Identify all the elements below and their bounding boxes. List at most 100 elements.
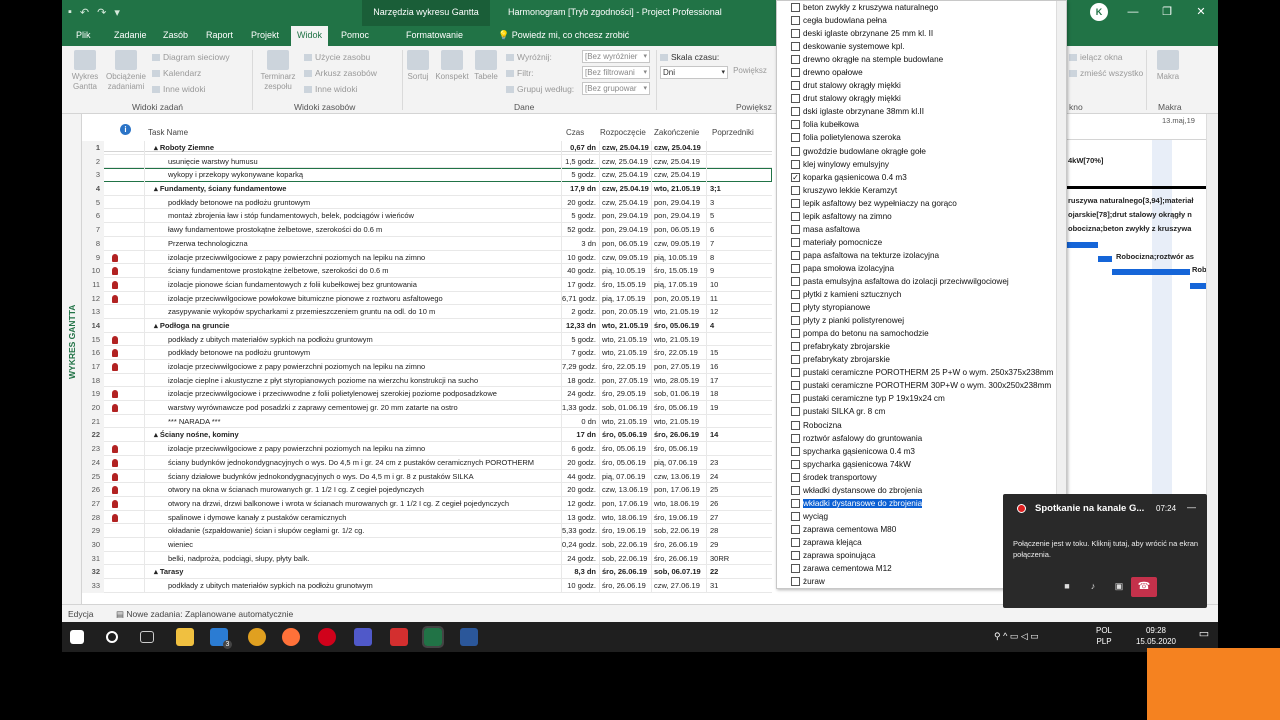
task-name-cell[interactable]: ściany działowe budynków jednokondygnacy… [146, 469, 562, 484]
resource-filter-item[interactable]: płytki z kamieni sztucznych [777, 288, 1066, 301]
avatar[interactable]: K [1090, 3, 1108, 21]
finish-cell[interactable]: pon, 27.05.19 [652, 360, 707, 374]
resource-filter-item[interactable]: ✓ koparka gąsienicowa 0.4 m3 [777, 171, 1066, 184]
finish-cell[interactable]: wto, 18.06.19 [652, 496, 707, 511]
table-row[interactable]: 32 ▴ Tarasy 8,3 dn śro, 26.06.19 sob, 06.07.… [82, 565, 772, 579]
resource-filter-item[interactable]: prefabrykaty zbrojarskie [777, 340, 1066, 353]
start-cell[interactable]: pią, 17.05.19 [600, 291, 652, 306]
predecessors-cell[interactable]: 17 [708, 374, 772, 388]
checkbox[interactable] [791, 433, 800, 443]
minimize-icon[interactable]: — [1187, 502, 1196, 512]
checkbox[interactable] [791, 459, 800, 469]
duration-cell[interactable]: 5 godz. [562, 332, 600, 347]
start-cell[interactable]: wto, 18.06.19 [600, 510, 652, 525]
start-cell[interactable]: pon, 27.05.19 [600, 373, 652, 388]
task-name-cell[interactable]: izolacje cieplne i akustyczne z płyt sty… [146, 373, 562, 388]
checkbox[interactable] [791, 407, 800, 417]
finish-cell[interactable]: śro, 26.06.19 [652, 537, 707, 552]
table-row[interactable]: 16 podkłady betonowe na podłożu gruntowym… [82, 346, 772, 360]
resource-filter-item[interactable]: materiały pomocnicze [777, 236, 1066, 249]
checkbox[interactable] [791, 185, 800, 195]
checkbox[interactable] [791, 472, 800, 482]
start-cell[interactable]: sob, 22.06.19 [600, 537, 652, 552]
undo-icon[interactable]: ↶ [80, 6, 89, 19]
checkbox[interactable] [791, 94, 800, 104]
table-row[interactable]: 13 zasypywanie wykopów spycharkami z prze… [82, 305, 772, 319]
task-name-cell[interactable]: izolacje przeciwwilgociowe powłokowe bit… [146, 291, 562, 306]
resource-filter-item[interactable]: pustaki ceramiczne POROTHERM 25 P+W o wy… [777, 366, 1066, 379]
predecessors-cell[interactable]: 23 [708, 456, 772, 470]
checkbox[interactable] [791, 133, 800, 143]
resource-filter-item[interactable]: roztwór asfalowy do gruntowania [777, 432, 1066, 445]
resource-filter-item[interactable]: folia polietylenowa szeroka [777, 131, 1066, 144]
predecessors-cell[interactable]: 14 [708, 428, 772, 442]
predecessors-cell[interactable]: 15 [708, 346, 772, 360]
task-name-cell[interactable]: spalinowe i dymowe kanały z pustaków cer… [146, 510, 562, 525]
start-cell[interactable]: pią, 10.05.19 [600, 264, 652, 278]
checkbox[interactable] [791, 420, 800, 430]
table-row[interactable]: 26 otwory na okna w ścianach murowanych g… [82, 483, 772, 497]
row-number[interactable]: 25 [82, 469, 104, 484]
checkbox[interactable] [791, 198, 800, 208]
predecessors-cell[interactable]: 26 [708, 497, 772, 511]
start-cell[interactable]: pią, 07.06.19 [600, 469, 652, 484]
customize-qa-icon[interactable]: ▾ [114, 6, 120, 19]
checkbox[interactable] [791, 263, 800, 273]
row-number[interactable]: 33 [82, 579, 104, 593]
predecessors-cell[interactable]: 16 [708, 360, 772, 374]
task-name-cell[interactable]: podkłady z ubitych materiałów sypkich na… [146, 579, 562, 593]
table-row[interactable]: 6 montaż zbrojenia ław i stóp fundamentow… [82, 209, 772, 224]
duration-cell[interactable]: 10 godz. [562, 579, 600, 593]
resource-filter-item[interactable]: płyty styropianowe [777, 301, 1066, 314]
task-name-cell[interactable]: izolacje przeciwwilgociowe z papy powier… [146, 250, 562, 265]
start-cell[interactable]: śro, 29.05.19 [600, 387, 652, 402]
predecessors-cell[interactable]: 3;1 [708, 182, 772, 196]
other-resource-views-button[interactable]: Inne widoki [304, 84, 358, 94]
col-duration[interactable]: Czas [566, 128, 584, 137]
checkbox[interactable] [791, 55, 800, 65]
predecessors-cell[interactable]: 28 [708, 524, 772, 538]
resource-filter-item[interactable]: papa asfaltowa na tekturze izolacyjna [777, 249, 1066, 262]
duration-cell[interactable]: 13 godz. [562, 510, 600, 525]
duration-cell[interactable]: 0,24 godz. [562, 537, 600, 552]
duration-cell[interactable]: 17 godz. [562, 277, 600, 292]
tab-report[interactable]: Raport [200, 26, 239, 46]
resource-filter-item[interactable]: lepik asfaltowy na zimno [777, 210, 1066, 223]
checkbox[interactable] [791, 355, 800, 365]
indicator-cell[interactable] [105, 318, 145, 333]
predecessors-cell[interactable]: 7 [708, 237, 772, 251]
table-row[interactable]: 31 belki, nadproża, podciągi, słupy, płyt… [82, 551, 772, 566]
duration-cell[interactable]: 20 godz. [562, 483, 600, 497]
save-icon[interactable]: ▪ [68, 6, 72, 19]
indicator-cell[interactable] [105, 277, 145, 292]
row-number[interactable]: 5 [82, 195, 104, 210]
indicator-cell[interactable] [105, 209, 145, 224]
checkbox[interactable] [791, 537, 800, 547]
predecessors-cell[interactable]: 31 [708, 579, 772, 593]
table-row[interactable]: 20 warstwy wyrównawcze pod posadzki z zap… [82, 401, 772, 415]
finish-cell[interactable]: pią, 07.06.19 [652, 455, 707, 470]
predecessors-cell[interactable]: 19 [708, 401, 772, 415]
resource-filter-item[interactable]: pasta emulsyjna asfaltowa do izolacji pr… [777, 275, 1066, 288]
indicator-cell[interactable] [105, 195, 145, 210]
task-name-cell[interactable]: ▴ Tarasy [146, 565, 562, 579]
table-row[interactable]: 24 ściany budynków jednokondygnacyjnych o… [82, 455, 772, 470]
finish-cell[interactable]: czw, 25.04.19 [652, 141, 707, 155]
resource-filter-item[interactable]: pompa do betonu na samochodzie [777, 327, 1066, 340]
start-cell[interactable]: czw, 25.04.19 [600, 154, 652, 169]
task-bar[interactable] [1112, 269, 1190, 275]
resource-filter-item[interactable]: beton zwykły z kruszywa naturalnego [777, 1, 1066, 14]
indicator-cell[interactable] [105, 223, 145, 237]
resource-filter-item[interactable]: drut stalowy okrągły miękki [777, 79, 1066, 92]
checkbox[interactable] [791, 329, 800, 339]
duration-cell[interactable]: 17 dn [562, 428, 600, 443]
table-row[interactable]: 18 izolacje cieplne i akustyczne z płyt s… [82, 373, 772, 388]
task-name-cell[interactable]: otwory na drzwi, drzwi balkonowe i wrota… [146, 496, 562, 511]
duration-cell[interactable]: 20 godz. [562, 455, 600, 470]
resource-filter-item[interactable]: dski iglaste obrzynane 38mm kl.II [777, 105, 1066, 118]
table-row[interactable]: 33 podkłady z ubitych materiałów sypkich … [82, 579, 772, 593]
checkbox[interactable] [791, 368, 800, 378]
checkbox[interactable] [791, 511, 800, 521]
duration-cell[interactable]: 6,71 godz. [562, 291, 600, 306]
filter-select[interactable]: [Bez filtrowani [582, 66, 650, 79]
